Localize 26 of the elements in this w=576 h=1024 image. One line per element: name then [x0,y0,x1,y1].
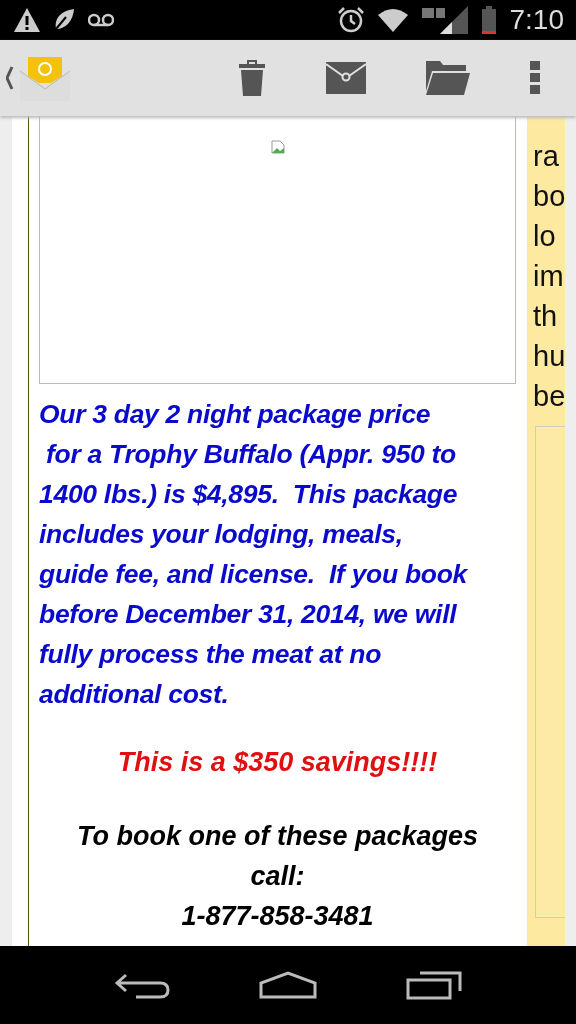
voicemail-icon [88,13,114,27]
sidebar-text: th [532,299,559,334]
wifi-icon [377,8,408,32]
sidebar-text: be [532,379,565,414]
sidebar-text: ra [532,139,560,174]
broken-image-icon [270,140,285,154]
back-icon[interactable] [114,971,171,999]
overflow-menu-icon[interactable] [530,61,540,95]
sidebar-text: im [532,259,565,294]
savings-text: This is a $350 savings!!!! [116,746,439,779]
battery-icon [481,6,496,34]
sidebar-text: lo [532,219,557,254]
booking-text: To book one of these packages call: 1-877-858-3481 [75,820,480,933]
package-offer-text: Our 3 day 2 night package price for a Trophy Buffalo (Appr. 950 to 1400 lbs.) is $4,895. This package includes your lodging, meals, guide fee, and license. If you book before December 31, 2014, we will fully process the meat at no additional cost. [39,398,469,711]
home-icon[interactable] [259,971,317,999]
recent-apps-icon[interactable] [405,970,462,1000]
sidebar-text: bo [532,179,565,214]
leaf-icon [54,9,74,31]
alarm-clock-icon [337,7,364,33]
sidebar-text: hu [532,339,565,374]
warning-icon [14,8,40,32]
trash-icon[interactable] [238,58,266,98]
envelope-icon[interactable] [326,62,366,94]
clock-time: 7:10 [509,4,564,36]
folder-icon[interactable] [426,61,470,95]
signal-icon [421,6,468,34]
